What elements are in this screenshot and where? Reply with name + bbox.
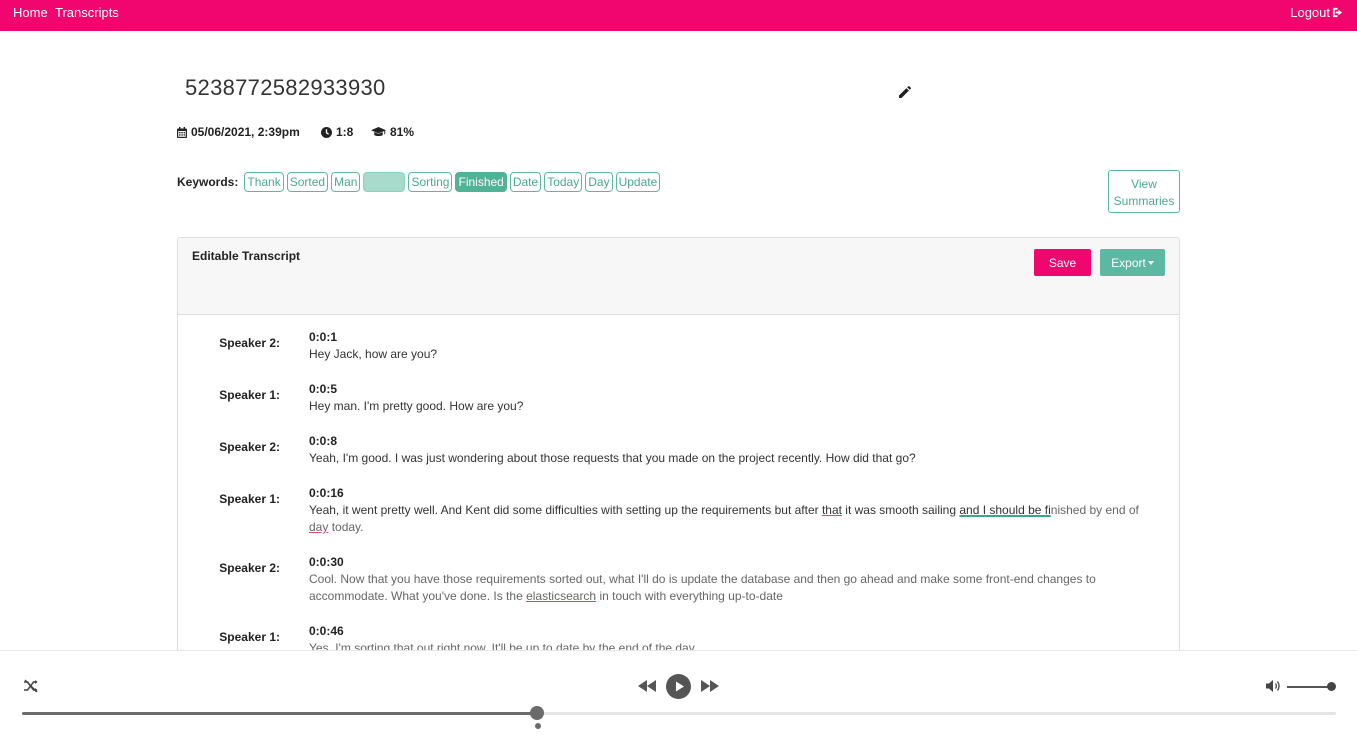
- volume-slider-handle[interactable]: [1326, 682, 1336, 691]
- shuffle-off-icon[interactable]: [23, 678, 39, 694]
- export-dropdown-button[interactable]: Export: [1100, 249, 1165, 276]
- text-segment: nished by end of: [1050, 503, 1139, 517]
- utterance-text[interactable]: Hey Jack, how are you?: [309, 346, 1154, 363]
- logout-link[interactable]: Logout: [1290, 5, 1343, 20]
- transcript-row: Speaker 2: 0:0:8 Yeah, I'm good. I was j…: [178, 433, 1179, 467]
- keyword-chip[interactable]: Sorted: [286, 172, 329, 192]
- utterance-text[interactable]: Hey man. I'm pretty good. How are you?: [309, 398, 1154, 415]
- view-summaries-line2: Summaries: [1113, 194, 1175, 208]
- nav-home-link[interactable]: Home: [13, 5, 48, 20]
- speaker-label: Speaker 2:: [219, 440, 280, 454]
- view-summaries-button[interactable]: View Summaries: [1108, 170, 1180, 213]
- transcript-row: Speaker 2: 0:0:1 Hey Jack, how are you?: [178, 329, 1179, 363]
- text-segment: Yeah, it went pretty well. And Kent did …: [309, 503, 822, 517]
- keyword-chip[interactable]: Update: [615, 172, 661, 192]
- keyword-chip[interactable]: Sailing: [363, 172, 406, 192]
- speaker-label: Speaker 2:: [219, 561, 280, 575]
- keyword-chip[interactable]: Sorting: [408, 172, 453, 192]
- page-title: 5238772582933930: [185, 75, 386, 100]
- keyword-chip[interactable]: Date: [509, 172, 542, 192]
- flagged-word: that: [821, 503, 842, 517]
- recording-accuracy: 81%: [371, 125, 414, 139]
- keyword-highlight: and I should be fi: [959, 503, 1051, 517]
- keyword-chip[interactable]: Thank: [244, 172, 284, 192]
- seek-bar-progress: [22, 712, 538, 715]
- seek-position-marker: [535, 723, 542, 729]
- keywords-bar: Keywords: Thank Sorted Man Sailing Sorti…: [177, 172, 661, 192]
- save-button[interactable]: Save: [1034, 249, 1091, 276]
- utterance: 0:0:30 Cool. Now that you have those req…: [309, 554, 1154, 605]
- timestamp: 0:0:5: [309, 382, 338, 396]
- text-segment: it was smooth sailing: [841, 503, 960, 517]
- nav-transcripts-link[interactable]: Transcripts: [55, 5, 119, 20]
- export-label: Export: [1111, 255, 1146, 270]
- utterance: 0:0:8 Yeah, I'm good. I was just wonderi…: [309, 433, 1154, 467]
- speaker-label: Speaker 1:: [219, 388, 280, 402]
- text-segment: today.: [328, 520, 364, 534]
- timestamp: 0:0:8: [309, 434, 338, 448]
- calendar-icon: [177, 126, 187, 138]
- recording-date: 05/06/2021, 2:39pm: [177, 125, 300, 139]
- transcript-card-header: Editable Transcript Save Export: [178, 238, 1179, 315]
- utterance-text[interactable]: Cool. Now that you have those requiremen…: [309, 571, 1154, 605]
- accuracy-text: 81%: [390, 125, 415, 139]
- volume-icon[interactable]: [1265, 679, 1281, 693]
- transcript-rows: Speaker 2: 0:0:1 Hey Jack, how are you? …: [178, 329, 1179, 666]
- recording-duration: 1:8: [321, 125, 353, 139]
- logout-label: Logout: [1290, 5, 1330, 20]
- transcript-row: Speaker 1: 0:0:5 Hey man. I'm pretty goo…: [178, 381, 1179, 415]
- top-navbar: Home Transcripts Logout: [0, 0, 1357, 31]
- transcript-title: Editable Transcript: [192, 249, 301, 263]
- speaker-label: Speaker 1:: [219, 492, 280, 506]
- utterance-text[interactable]: Yeah, I'm good. I was just wondering abo…: [309, 450, 1154, 467]
- edit-pencil-icon[interactable]: [898, 85, 912, 99]
- audio-player: [0, 650, 1357, 754]
- timestamp: 0:0:1: [309, 330, 338, 344]
- fast-forward-icon[interactable]: [700, 675, 720, 697]
- keyword-chip[interactable]: Day: [585, 172, 613, 192]
- text-segment: in touch with everything up-to-date: [596, 589, 783, 603]
- date-text: 05/06/2021, 2:39pm: [191, 125, 300, 139]
- seek-bar[interactable]: [22, 712, 1336, 715]
- utterance: 0:0:1 Hey Jack, how are you?: [309, 329, 1154, 363]
- keyword-chip[interactable]: Today: [544, 172, 583, 192]
- speaker-label: Speaker 2:: [219, 336, 280, 350]
- transcript-card: Editable Transcript Save Export Speaker …: [177, 237, 1180, 667]
- timestamp: 0:0:46: [309, 624, 344, 638]
- keywords-label: Keywords:: [177, 175, 239, 189]
- keyword-chip[interactable]: Man: [331, 172, 361, 192]
- transcript-row: Speaker 1: 0:0:16 Yeah, it went pretty w…: [178, 485, 1179, 536]
- play-button-icon[interactable]: [666, 674, 691, 699]
- clock-icon: [321, 126, 332, 138]
- logout-icon: [1332, 7, 1343, 18]
- rewind-icon[interactable]: [637, 675, 657, 697]
- transcript-row: Speaker 2: 0:0:30 Cool. Now that you hav…: [178, 554, 1179, 605]
- timestamp: 0:0:30: [309, 555, 344, 569]
- view-summaries-line1: View: [1131, 177, 1157, 191]
- flagged-word: elasticsearch: [526, 589, 597, 603]
- duration-text: 1:8: [336, 125, 354, 139]
- utterance-text[interactable]: Yeah, it went pretty well. And Kent did …: [309, 502, 1154, 536]
- graduation-cap-icon: [371, 127, 386, 137]
- seek-bar-handle[interactable]: [530, 706, 545, 720]
- utterance: 0:0:5 Hey man. I'm pretty good. How are …: [309, 381, 1154, 415]
- utterance: 0:0:16 Yeah, it went pretty well. And Ke…: [309, 485, 1154, 536]
- timestamp: 0:0:16: [309, 486, 344, 500]
- flagged-word: day: [309, 520, 329, 534]
- chevron-down-icon: [1147, 261, 1154, 266]
- keyword-chip-selected[interactable]: Finished: [455, 172, 507, 192]
